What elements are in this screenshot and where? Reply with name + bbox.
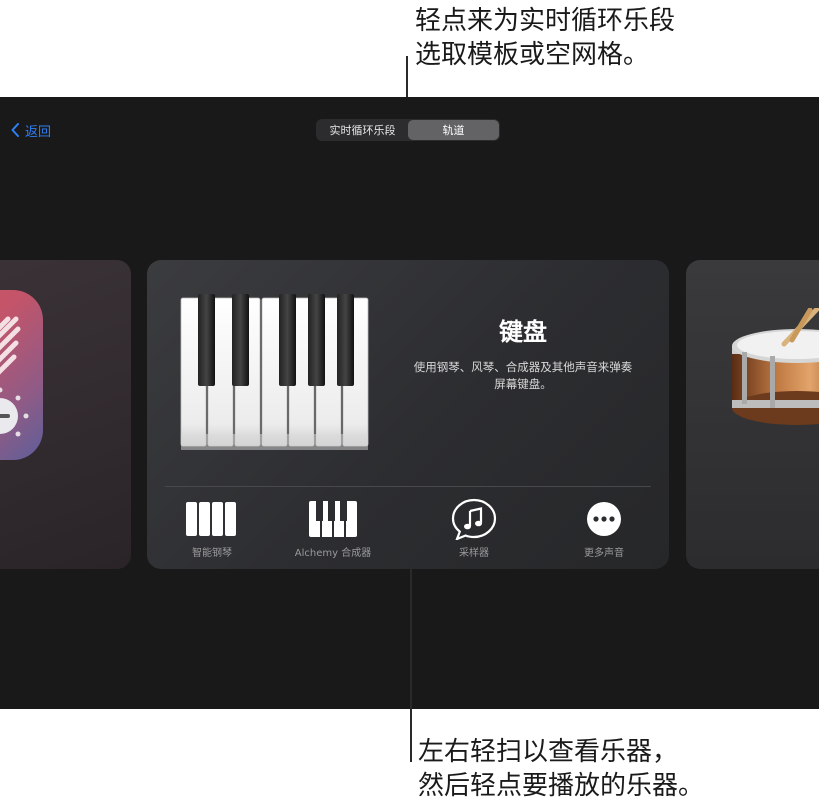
back-button[interactable]: 返回 [10, 119, 51, 141]
instrument-description-line1: 使用钢琴、风琴、合成器及其他声音来弹奏 [413, 360, 633, 374]
instrument-title: 键盘 [499, 318, 547, 346]
piano-keys-illustration [180, 294, 369, 450]
callout-bottom-line1: 左右轻扫以查看乐器， [418, 737, 679, 767]
callout-bottom: 左右轻扫以查看乐器， 然后轻点要播放的乐器。 [418, 735, 704, 803]
segment-live-loops[interactable]: 实时循环乐段 [317, 120, 408, 140]
instrument-description: 使用钢琴、风琴、合成器及其他声音来弹奏 屏幕键盘。 [403, 359, 643, 393]
alchemy-synth-icon [309, 501, 357, 537]
instrument-card-next[interactable] [686, 260, 819, 569]
instrument-card-previous[interactable] [0, 260, 131, 569]
live-loops-app-icon [0, 290, 43, 460]
callout-top-line1: 轻点来为实时循环乐段 [415, 6, 676, 36]
more-sounds-icon [587, 502, 621, 536]
option-sampler[interactable]: 采样器 [414, 498, 534, 559]
option-sampler-label: 采样器 [459, 548, 489, 559]
sampler-icon [451, 498, 497, 540]
back-button-label: 返回 [25, 124, 52, 140]
option-more-sounds-label: 更多声音 [584, 548, 624, 559]
snare-drum-illustration [732, 308, 819, 425]
option-smart-piano[interactable]: 智能钢琴 [152, 498, 272, 559]
callout-top: 轻点来为实时循环乐段 选取模板或空网格。 [415, 4, 675, 72]
card-divider [165, 486, 651, 487]
segment-tracks[interactable]: 轨道 [408, 120, 499, 140]
smart-piano-icon [186, 502, 236, 536]
callout-top-line2: 选取模板或空网格。 [415, 40, 650, 70]
view-segmented-control: 实时循环乐段 轨道 [316, 119, 500, 141]
option-alchemy-synth[interactable]: Alchemy 合成器 [273, 498, 393, 559]
option-alchemy-synth-label: Alchemy 合成器 [294, 548, 372, 559]
option-more-sounds[interactable]: 更多声音 [544, 498, 664, 559]
callout-bottom-leader-line [410, 566, 412, 762]
option-smart-piano-label: 智能钢琴 [192, 548, 232, 559]
chevron-left-icon [11, 123, 19, 137]
callout-bottom-line2: 然后轻点要播放的乐器。 [418, 771, 705, 801]
instrument-card-keyboard[interactable]: 键盘 使用钢琴、风琴、合成器及其他声音来弹奏 屏幕键盘。 智能钢琴 Alchem… [147, 260, 669, 569]
instrument-description-line2: 屏幕键盘。 [494, 377, 552, 391]
